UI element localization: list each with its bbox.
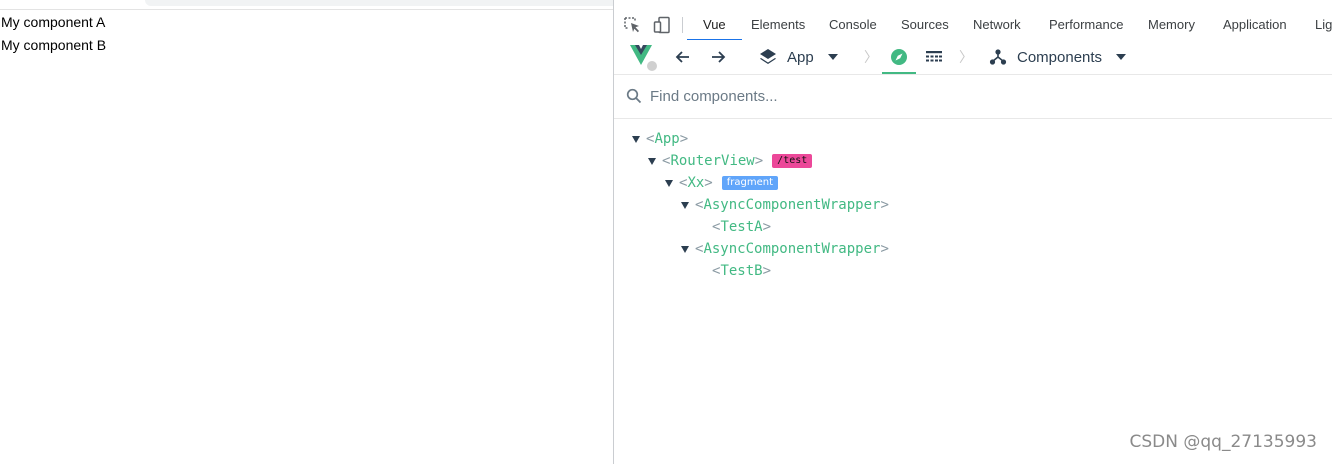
device-toolbar-icon[interactable] (652, 15, 672, 35)
devtools-tabbar: Vue Elements Console Sources Network Per… (614, 10, 1332, 41)
tab-vue[interactable]: Vue (687, 10, 742, 41)
component-name: AsyncComponentWrapper (703, 197, 881, 213)
search-row (614, 75, 1332, 119)
components-selector[interactable]: Components (989, 40, 1127, 74)
arrow-left-icon[interactable] (674, 40, 692, 74)
vue-toolbar: App 〉 〉 Components (614, 40, 1332, 75)
page-viewport: My component A My component B (0, 0, 613, 464)
tab-application[interactable]: Application (1223, 10, 1287, 40)
vue-logo-icon (628, 40, 658, 74)
inspect-element-icon[interactable] (622, 15, 642, 35)
tree-row-routerview[interactable]: < RouterView > /test (648, 150, 813, 172)
fragment-badge: fragment (721, 176, 778, 190)
watermark: CSDN @qq_27135993 (1129, 432, 1317, 452)
app-selector-label: App (787, 48, 814, 66)
collapse-arrow-icon[interactable] (648, 157, 656, 165)
tab-memory[interactable]: Memory (1148, 10, 1195, 40)
page-text-b: My component B (1, 37, 107, 53)
breadcrumb-chevron-icon-2: 〉 (959, 49, 973, 65)
layers-icon (759, 48, 777, 66)
collapse-arrow-icon[interactable] (681, 245, 689, 253)
tree-row-asyncwrapper-1[interactable]: < AsyncComponentWrapper > (681, 194, 889, 216)
tab-sources[interactable]: Sources (901, 10, 949, 40)
route-badge: /test (772, 154, 813, 168)
dropdown-icon (1116, 54, 1127, 60)
tab-performance[interactable]: Performance (1049, 10, 1123, 40)
component-name: App (654, 131, 680, 147)
tabbar-separator (682, 17, 683, 33)
collapse-arrow-icon[interactable] (665, 179, 673, 187)
components-tree-icon (989, 48, 1007, 66)
tree-row-testa[interactable]: < TestA > (712, 216, 771, 238)
component-name: TestB (720, 263, 763, 279)
tab-elements[interactable]: Elements (751, 10, 805, 40)
tree-row-asyncwrapper-2[interactable]: < AsyncComponentWrapper > (681, 238, 889, 260)
search-icon (626, 88, 642, 104)
arrow-right-icon[interactable] (709, 40, 727, 74)
component-name: AsyncComponentWrapper (703, 241, 881, 257)
devtools-panel: Vue Elements Console Sources Network Per… (614, 0, 1332, 464)
timeline-icon[interactable] (925, 40, 943, 74)
page-text-a: My component A (1, 14, 106, 30)
browser-top-strip (0, 0, 613, 10)
tree-row-app[interactable]: < App > (632, 128, 688, 150)
breadcrumb-chevron-icon: 〉 (864, 49, 878, 65)
dropdown-icon (827, 54, 838, 60)
component-name: RouterView (670, 153, 755, 169)
components-selector-label: Components (1017, 48, 1103, 66)
component-name: TestA (720, 219, 763, 235)
tab-console[interactable]: Console (829, 10, 877, 40)
tab-lighthouse[interactable]: Lig (1315, 10, 1332, 40)
collapse-arrow-icon[interactable] (632, 135, 640, 143)
tree-row-xx[interactable]: < Xx > fragment (665, 172, 778, 194)
tab-network[interactable]: Network (973, 10, 1021, 40)
component-name: Xx (687, 175, 705, 191)
tree-row-testb[interactable]: < TestB > (712, 260, 771, 282)
app-selector[interactable]: App (759, 40, 838, 74)
compass-icon[interactable] (882, 40, 916, 74)
search-input[interactable] (650, 85, 950, 107)
collapse-arrow-icon[interactable] (681, 201, 689, 209)
